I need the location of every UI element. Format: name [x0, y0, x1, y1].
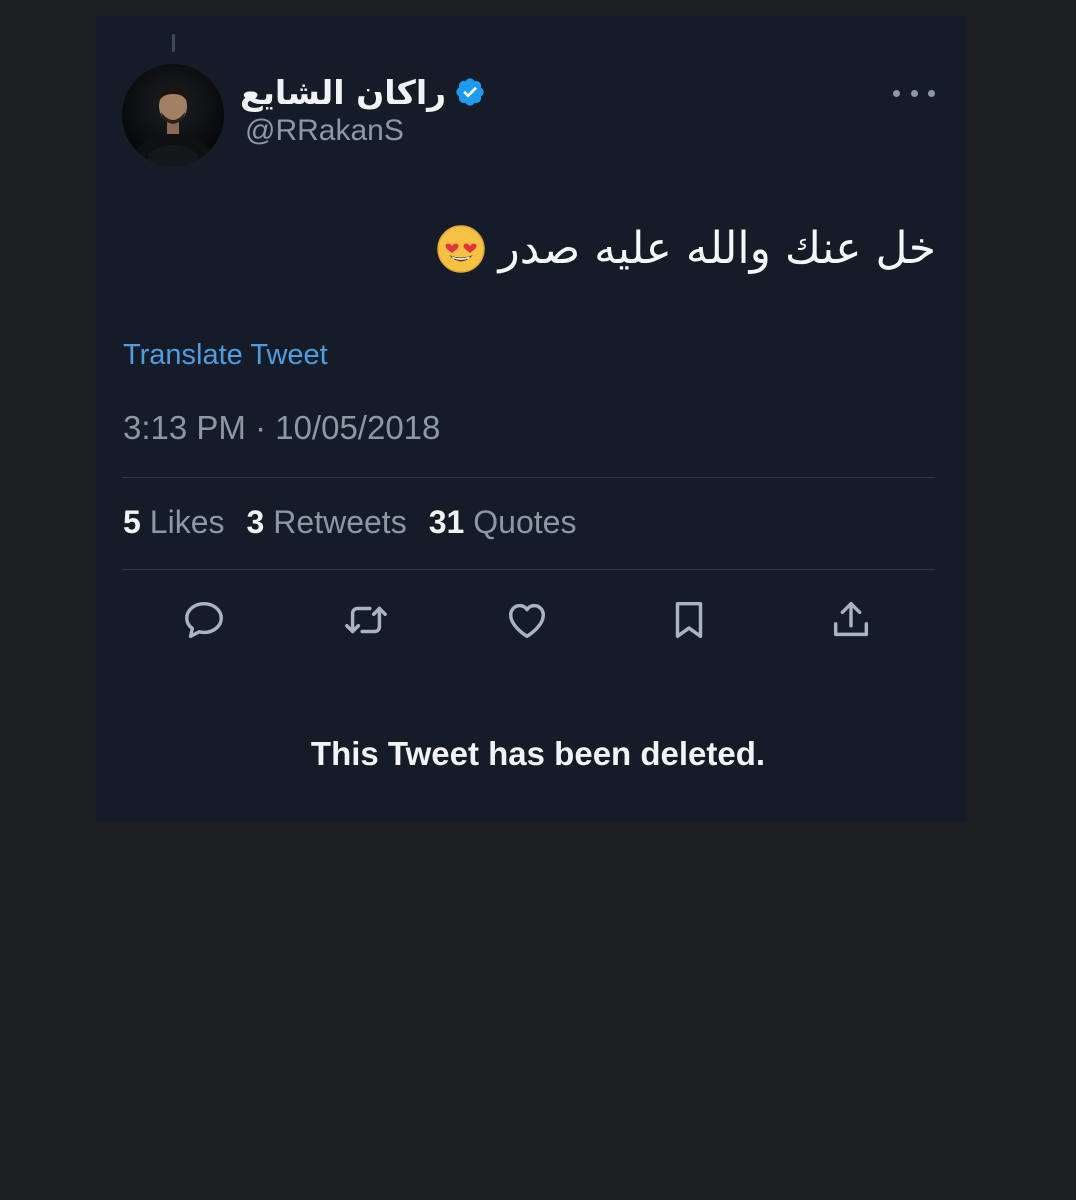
likes-count: 5: [123, 504, 141, 540]
tweet-action-bar: [180, 596, 880, 644]
display-name-row: راكان الشايع: [240, 70, 486, 114]
avatar-photo: [122, 64, 224, 166]
retweets-stat[interactable]: 3 Retweets: [247, 504, 407, 541]
reply-icon: [185, 601, 223, 639]
quotes-count: 31: [428, 504, 465, 540]
like-icon: [508, 603, 546, 639]
reply-button[interactable]: [180, 596, 228, 644]
deleted-tweet-notice: This Tweet has been deleted.: [310, 735, 766, 772]
retweets-count: 3: [246, 504, 265, 540]
bookmark-button[interactable]: [665, 596, 713, 644]
heart-eyes-emoji-icon: [437, 225, 486, 273]
share-button[interactable]: [827, 596, 875, 644]
display-name[interactable]: راكان الشايع: [240, 73, 446, 112]
tweet-stats: 5 Likes 3 Retweets 31 Quotes: [123, 504, 576, 541]
retweets-label: Retweets: [273, 504, 407, 540]
translate-tweet-link[interactable]: Translate Tweet: [123, 339, 328, 372]
divider: [122, 477, 935, 478]
retweet-icon: [345, 606, 387, 634]
user-handle[interactable]: @RRakanS: [245, 114, 404, 148]
tweet-timestamp[interactable]: 3:13 PM · 10/05/2018: [123, 409, 440, 447]
divider: [122, 569, 935, 570]
share-icon: [833, 601, 869, 637]
likes-stat[interactable]: 5 Likes: [123, 504, 225, 541]
quotes-label: Quotes: [473, 504, 577, 540]
bookmark-icon: [675, 601, 703, 639]
avatar[interactable]: [122, 64, 224, 166]
retweet-button[interactable]: [342, 596, 390, 644]
likes-label: Likes: [149, 504, 225, 540]
tweet-body: خل عنك والله عليه صدر: [436, 216, 936, 282]
tweet-text: خل عنك والله عليه صدر: [498, 222, 936, 274]
like-button[interactable]: [503, 596, 551, 644]
thread-connector-line: [172, 34, 175, 52]
more-options-icon[interactable]: [893, 82, 935, 104]
quotes-stat[interactable]: 31 Quotes: [429, 504, 577, 541]
verified-badge-icon: [456, 78, 484, 106]
